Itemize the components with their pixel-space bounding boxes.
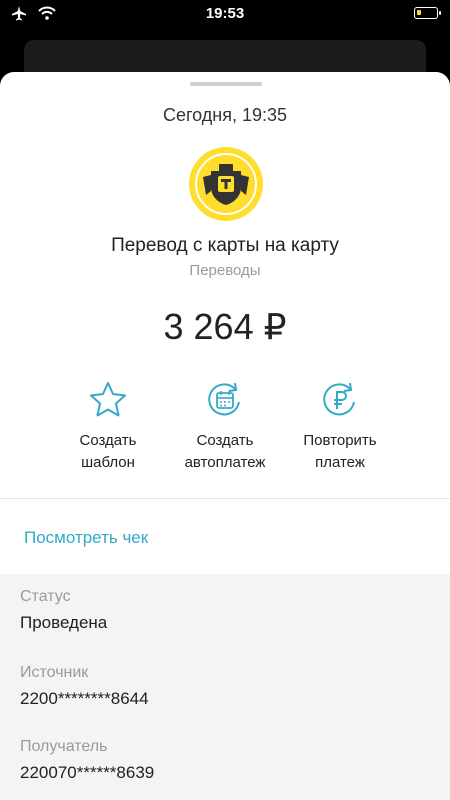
create-autopayment-label-1: Создать bbox=[196, 432, 254, 449]
status-bar: 19:53 bbox=[0, 0, 450, 28]
recipient-label: Получатель bbox=[20, 738, 108, 755]
ruble-repeat-icon bbox=[323, 382, 355, 416]
repeat-payment-label-1: Повторить bbox=[303, 432, 377, 449]
clock: 19:53 bbox=[205, 5, 245, 22]
action-buttons: Создать шаблон Создать автоплатеж Повтор… bbox=[0, 372, 450, 482]
calendar-repeat-icon bbox=[208, 382, 240, 416]
create-template-label-1: Создать bbox=[79, 432, 137, 449]
repeat-payment-label-2: платеж bbox=[315, 454, 365, 471]
repeat-payment-button[interactable]: Повторить платеж bbox=[280, 372, 400, 474]
recipient-field: Получатель 220070******8639 bbox=[20, 738, 154, 783]
status-value: Проведена bbox=[20, 613, 108, 632]
status-field: Статус Проведена bbox=[20, 588, 107, 633]
divider bbox=[0, 498, 450, 499]
operation-date: Сегодня, 19:35 bbox=[162, 105, 288, 125]
create-template-button[interactable]: Создать шаблон bbox=[48, 372, 168, 474]
source-label: Источник bbox=[20, 664, 89, 681]
battery-icon bbox=[414, 7, 441, 19]
operation-sheet: Сегодня, 19:35 Перевод с карты на карту … bbox=[0, 72, 450, 800]
sheet-grabber[interactable] bbox=[190, 82, 262, 86]
create-template-label-2: шаблон bbox=[81, 454, 135, 471]
tinkoff-logo bbox=[189, 147, 263, 221]
source-field: Источник 2200********8644 bbox=[20, 664, 149, 709]
source-value: 2200********8644 bbox=[20, 689, 149, 708]
recipient-value: 220070******8639 bbox=[20, 763, 155, 782]
create-autopayment-button[interactable]: Создать автоплатеж bbox=[165, 372, 285, 474]
operation-title: Перевод с карты на карту bbox=[111, 235, 339, 256]
operation-category: Переводы bbox=[189, 262, 261, 279]
create-autopayment-label-2: автоплатеж bbox=[184, 454, 266, 471]
star-icon bbox=[90, 382, 126, 417]
operation-amount: 3 264 ₽ bbox=[163, 306, 287, 347]
view-receipt-link[interactable]: Посмотреть чек bbox=[24, 528, 148, 548]
details-section: Статус Проведена Источник 2200********86… bbox=[0, 574, 450, 800]
status-label: Статус bbox=[20, 588, 71, 605]
